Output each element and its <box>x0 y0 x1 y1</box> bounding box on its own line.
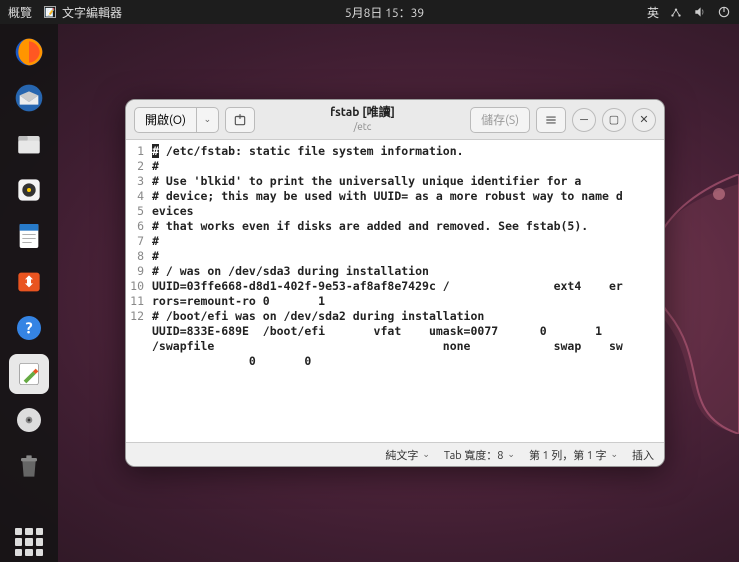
svg-text:?: ? <box>25 319 32 337</box>
show-apps-button[interactable] <box>9 522 49 562</box>
chevron-down-icon: ⌄ <box>507 449 515 460</box>
open-button[interactable]: 開啟(O) <box>134 107 197 133</box>
new-tab-icon <box>233 113 247 127</box>
tab-width-selector[interactable]: Tab 寬度：8⌄ <box>444 447 515 463</box>
minimize-button[interactable]: ─ <box>572 108 596 132</box>
status-bar: 純文字⌄ Tab 寬度：8⌄ 第 1 列，第 1 字⌄ 插入 <box>126 442 664 466</box>
dock-libreoffice-writer[interactable] <box>9 216 49 256</box>
hamburger-icon <box>544 113 558 127</box>
save-button[interactable]: 儲存(S) <box>470 107 530 133</box>
window-title: fstab [唯讀] /etc <box>261 106 464 132</box>
activities-button[interactable]: 概覽 <box>8 4 32 21</box>
cursor-position[interactable]: 第 1 列，第 1 字⌄ <box>529 447 618 463</box>
datetime-label[interactable]: 5月8日 15：39 <box>122 4 647 21</box>
dock-disc[interactable] <box>9 400 49 440</box>
line-gutter: 1 2 3 4 5 6 7 8 9 10 11 12 <box>126 140 148 442</box>
top-bar: 概覽 📝 文字編輯器 5月8日 15：39 英 <box>0 0 739 24</box>
editor-area[interactable]: 1 2 3 4 5 6 7 8 9 10 11 12 # /etc/fstab:… <box>126 140 664 442</box>
dock-thunderbird[interactable] <box>9 78 49 118</box>
syntax-selector[interactable]: 純文字⌄ <box>385 447 430 463</box>
new-tab-button[interactable] <box>225 107 255 133</box>
app-indicator-icon: 📝 <box>44 6 56 18</box>
chevron-down-icon: ⌄ <box>204 114 212 125</box>
volume-icon[interactable] <box>693 5 707 19</box>
dock-text-editor[interactable] <box>9 354 49 394</box>
titlebar[interactable]: 開啟(O) ⌄ fstab [唯讀] /etc 儲存(S) ─ ▢ ✕ <box>126 100 664 140</box>
insert-mode[interactable]: 插入 <box>632 447 654 463</box>
desktop: ? 開啟(O) ⌄ fstab [唯讀] /etc 儲存(S) ─ <box>0 24 739 562</box>
dock-help[interactable]: ? <box>9 308 49 348</box>
input-method-label[interactable]: 英 <box>647 4 659 21</box>
chevron-down-icon: ⌄ <box>610 449 618 460</box>
app-name-label[interactable]: 文字編輯器 <box>62 4 122 21</box>
close-button[interactable]: ✕ <box>632 108 656 132</box>
open-dropdown-button[interactable]: ⌄ <box>197 107 219 133</box>
dock-trash[interactable] <box>9 446 49 486</box>
title-sub: /etc <box>261 121 464 133</box>
dock-files[interactable] <box>9 124 49 164</box>
network-icon[interactable] <box>669 5 683 19</box>
code-content[interactable]: # /etc/fstab: static file system informa… <box>148 140 664 442</box>
dock-firefox[interactable] <box>9 32 49 72</box>
dock-software[interactable] <box>9 262 49 302</box>
hamburger-menu-button[interactable] <box>536 107 566 133</box>
title-main: fstab [唯讀] <box>261 106 464 120</box>
text-editor-window: 開啟(O) ⌄ fstab [唯讀] /etc 儲存(S) ─ ▢ ✕ 1 2 … <box>125 99 665 467</box>
dock: ? <box>0 24 58 562</box>
maximize-button[interactable]: ▢ <box>602 108 626 132</box>
power-icon[interactable] <box>717 5 731 19</box>
chevron-down-icon: ⌄ <box>422 449 430 460</box>
dock-rhythmbox[interactable] <box>9 170 49 210</box>
